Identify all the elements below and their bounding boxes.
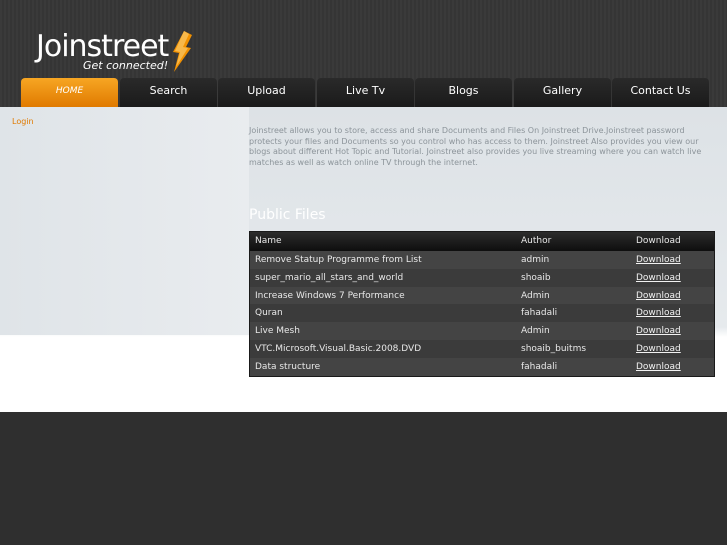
column-header-author: Author xyxy=(521,236,552,246)
table-row: Quran fahadali Download xyxy=(250,304,714,322)
download-link[interactable]: Download xyxy=(636,362,681,372)
table-header: Name Author Download xyxy=(250,232,714,251)
nav-item-search[interactable]: Search xyxy=(120,78,217,107)
login-link[interactable]: Login xyxy=(12,117,34,126)
table-row: Remove Statup Programme from List admin … xyxy=(250,251,714,269)
table-row: Increase Windows 7 Performance Admin Dow… xyxy=(250,286,714,305)
file-author: shoaib_buitms xyxy=(521,344,587,354)
file-author: shoaib xyxy=(521,272,551,283)
file-name: super_mario_all_stars_and_world xyxy=(255,272,404,283)
nav-item-live-tv[interactable]: Live Tv xyxy=(317,78,414,107)
nav-item-upload[interactable]: Upload xyxy=(218,78,315,107)
column-header-download: Download xyxy=(636,236,681,246)
file-author: Admin xyxy=(521,290,550,301)
file-name: Increase Windows 7 Performance xyxy=(255,290,405,301)
file-author: fahadali xyxy=(521,308,558,319)
nav-item-blogs[interactable]: Blogs xyxy=(415,78,512,107)
file-author: Admin xyxy=(521,326,550,337)
table-row: Live Mesh Admin Download xyxy=(250,322,714,340)
intro-text: Joinstreet allows you to store, access a… xyxy=(249,126,702,167)
file-author: admin xyxy=(521,255,550,265)
download-link[interactable]: Download xyxy=(636,255,681,265)
download-link[interactable]: Download xyxy=(636,326,681,336)
site-header: Joinstreet Get connected! HOME Search Up… xyxy=(0,0,727,107)
file-name: Data structure xyxy=(255,361,321,372)
file-name: Live Mesh xyxy=(255,326,300,337)
table-row: super_mario_all_stars_and_world shoaib D… xyxy=(250,269,714,287)
download-link[interactable]: Download xyxy=(636,344,681,354)
section-title: Public Files xyxy=(249,207,326,223)
site-logo[interactable]: Joinstreet Get connected! xyxy=(36,30,206,75)
download-link[interactable]: Download xyxy=(636,273,681,283)
file-name: Remove Statup Programme from List xyxy=(255,255,422,265)
sidebar xyxy=(0,107,249,335)
download-link[interactable]: Download xyxy=(636,308,681,318)
file-name: Quran xyxy=(255,308,283,319)
site-footer xyxy=(0,412,727,545)
public-files-table: Name Author Download Remove Statup Progr… xyxy=(249,231,715,377)
column-header-name: Name xyxy=(255,236,282,246)
lightning-bolt-icon xyxy=(173,31,192,72)
table-row: VTC.Microsoft.Visual.Basic.2008.DVD shoa… xyxy=(250,340,714,358)
download-link[interactable]: Download xyxy=(636,291,681,301)
logo-tagline: Get connected! xyxy=(83,59,169,72)
nav-item-home[interactable]: HOME xyxy=(21,78,118,107)
nav-item-gallery[interactable]: Gallery xyxy=(514,78,611,107)
file-name: VTC.Microsoft.Visual.Basic.2008.DVD xyxy=(255,344,422,354)
table-row: Data structure fahadali Download xyxy=(250,357,714,376)
nav-item-contact-us[interactable]: Contact Us xyxy=(612,78,709,107)
file-author: fahadali xyxy=(521,361,558,372)
